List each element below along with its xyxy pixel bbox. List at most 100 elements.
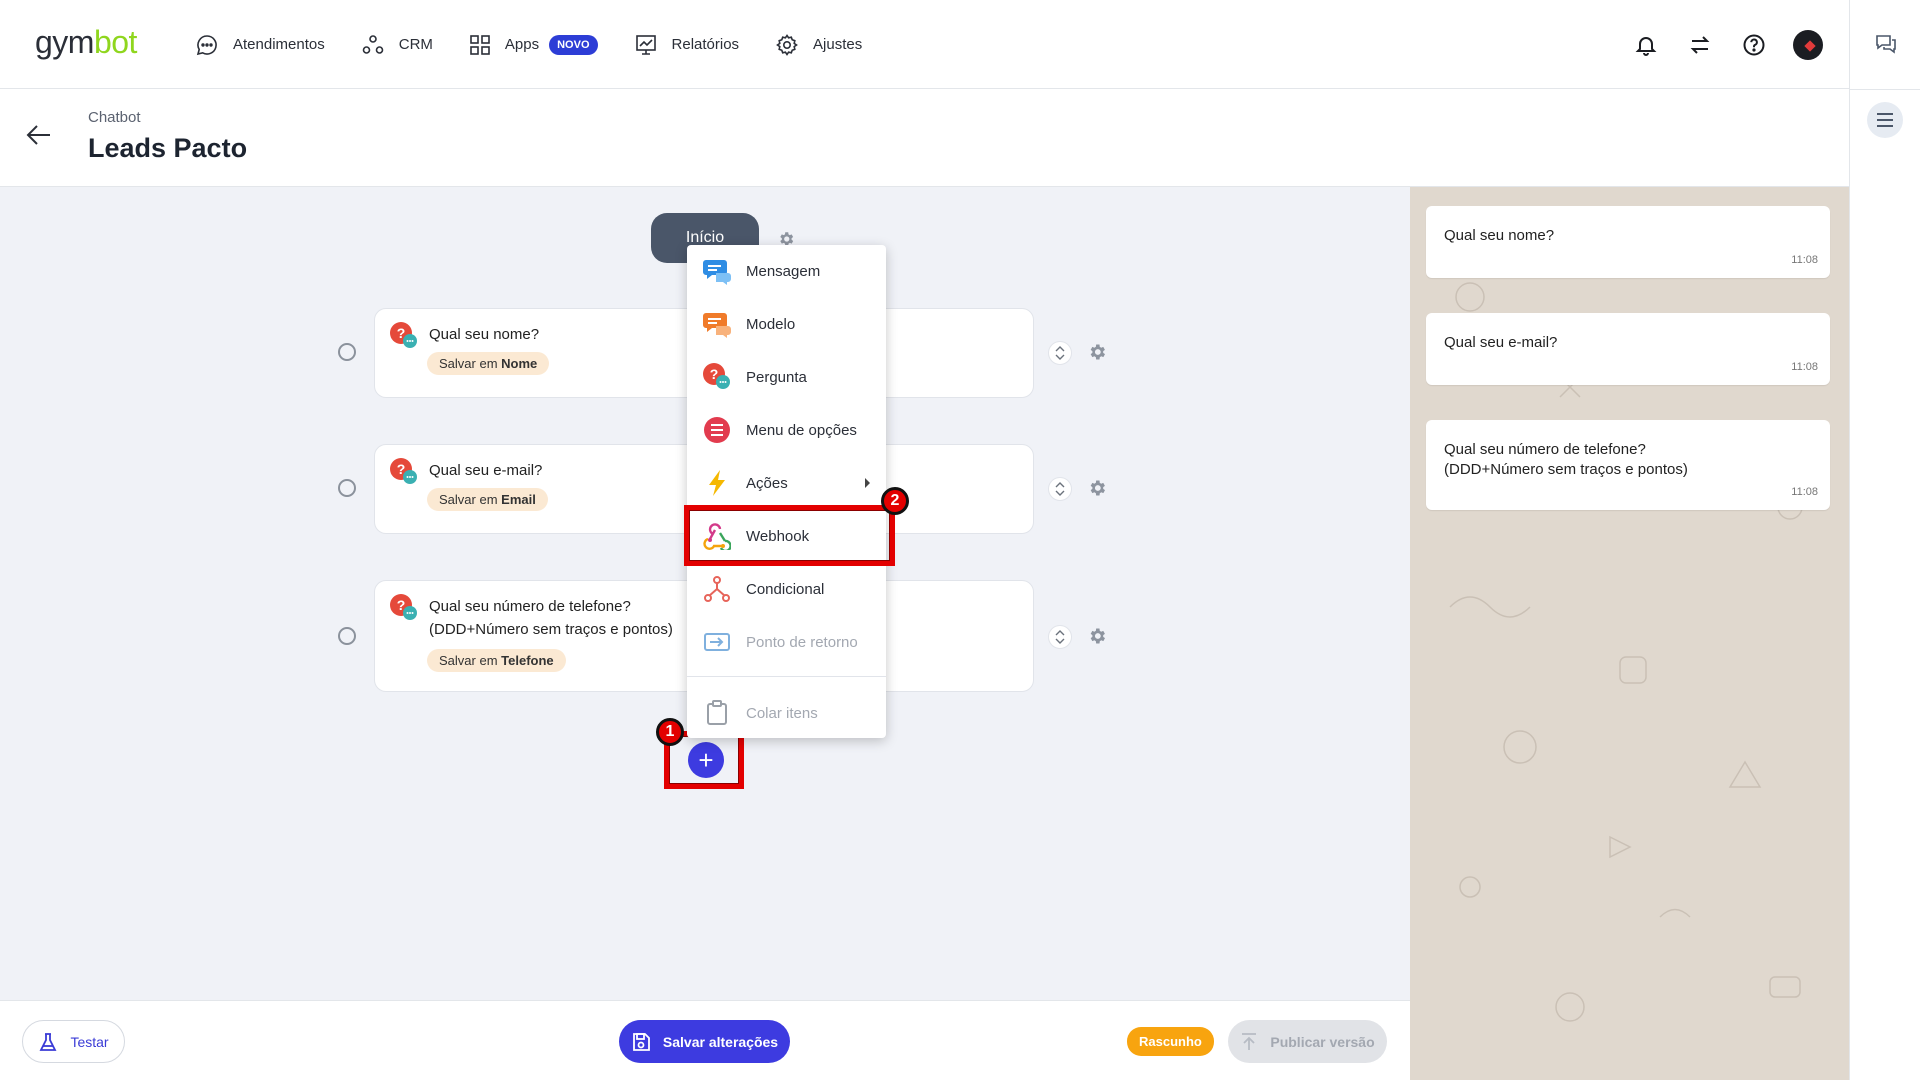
menu-item-label: Modelo [746, 315, 796, 333]
nav-item-crm[interactable]: CRM [361, 33, 433, 57]
gear-icon [776, 33, 798, 56]
nav-item-ajustes[interactable]: Ajustes [775, 33, 862, 57]
reorder-button[interactable] [1048, 625, 1072, 649]
nav-item-relatorios[interactable]: Relatórios [634, 33, 740, 57]
back-button[interactable] [26, 124, 52, 151]
sort-arrows-icon [1055, 482, 1065, 496]
highlight-box-step2 [684, 505, 895, 566]
nav-label: Ajustes [813, 36, 863, 53]
chats-icon [1876, 35, 1896, 54]
switch-button[interactable] [1673, 33, 1727, 57]
template-icon [703, 313, 731, 338]
apps-grid-icon [470, 34, 490, 55]
message-icon [703, 260, 731, 285]
save-field-tag: Salvar em Telefone [427, 649, 566, 672]
swap-arrows-icon [1690, 35, 1710, 54]
message-time: 11:08 [1791, 486, 1818, 498]
lightning-icon [709, 470, 725, 496]
chat-message: Qual seu e-mail? 11:08 [1426, 313, 1830, 385]
arrow-left-icon [26, 125, 50, 145]
return-point-icon [704, 633, 730, 651]
notifications-button[interactable] [1619, 33, 1673, 57]
question-text-line2: (DDD+Número sem traços e pontos) [429, 621, 673, 638]
card-select-radio[interactable] [338, 343, 356, 361]
hamburger-button[interactable] [1867, 102, 1903, 138]
publish-button-label: Publicar versão [1270, 1033, 1375, 1050]
test-button-label: Testar [70, 1033, 109, 1050]
nav-label: Relatórios [671, 36, 740, 53]
chat-message: Qual seu nome? 11:08 [1426, 206, 1830, 278]
publish-version-button[interactable]: Publicar versão [1228, 1020, 1387, 1063]
menu-item-colar-itens[interactable]: Colar itens [687, 691, 886, 735]
bell-icon [1635, 36, 1657, 56]
reorder-button[interactable] [1048, 477, 1072, 501]
menu-item-label: Ponto de retorno [746, 633, 858, 651]
menu-item-menu-de-opcoes[interactable]: Menu de opções [687, 408, 886, 452]
menu-item-label: Colar itens [746, 704, 818, 722]
gymbot-logo[interactable]: gymbot [35, 24, 137, 61]
chat-preview-panel[interactable]: Qual seu nome? 11:08 Qual seu e-mail? 11… [1410, 187, 1849, 1080]
menu-item-acoes[interactable]: Ações [687, 461, 886, 505]
chart-board-icon [635, 34, 656, 55]
branch-icon [704, 576, 730, 602]
nav-item-atendimentos[interactable]: Atendimentos [195, 33, 325, 57]
step-badge-2: 2 [881, 487, 909, 515]
save-field-tag: Salvar em Email [427, 488, 548, 511]
menu-item-label: Menu de opções [746, 421, 857, 439]
main-nav: Atendimentos CRM Apps NOVO Relatórios Aj… [195, 0, 898, 89]
page-header: Chatbot Leads Pacto [0, 89, 1849, 187]
submenu-caret-icon [865, 478, 870, 488]
card-select-radio[interactable] [338, 627, 356, 645]
right-rail [1849, 0, 1920, 1080]
sort-arrows-icon [1055, 630, 1065, 644]
add-step-menu: Mensagem Modelo ? Pergunta Menu de opçõe… [687, 245, 886, 738]
nav-label: Apps [504, 36, 540, 53]
question-text: Qual seu e-mail? [429, 462, 543, 479]
sort-arrows-icon [1055, 346, 1065, 360]
menu-item-label: Mensagem [746, 262, 821, 280]
menu-item-ponto-de-retorno[interactable]: Ponto de retorno [687, 620, 886, 664]
menu-divider [687, 676, 886, 677]
page-title: Leads Pacto [88, 133, 248, 163]
menu-item-mensagem[interactable]: Mensagem [687, 249, 886, 293]
crm-nodes-icon [362, 34, 384, 54]
nav-label: Atendimentos [233, 36, 325, 53]
top-right-actions [1619, 0, 1849, 89]
divider [1850, 89, 1920, 90]
clipboard-icon [707, 700, 727, 725]
question-icon: ? [390, 458, 417, 484]
card-settings-gear-icon[interactable] [1087, 342, 1107, 362]
menu-item-label: Condicional [746, 580, 825, 598]
menu-item-label: Pergunta [746, 368, 807, 386]
new-badge: NOVO [549, 34, 598, 55]
save-changes-button[interactable]: Salvar alterações [619, 1020, 790, 1063]
help-button[interactable] [1727, 33, 1781, 57]
nav-label: CRM [398, 36, 433, 53]
save-button-label: Salvar alterações [662, 1033, 779, 1050]
chat-message: Qual seu número de telefone? (DDD+Número… [1426, 420, 1830, 510]
card-select-radio[interactable] [338, 479, 356, 497]
step-badge-1: 1 [656, 718, 684, 746]
user-menu-button[interactable] [1781, 29, 1835, 60]
menu-item-condicional[interactable]: Condicional [687, 567, 886, 611]
help-circle-icon [1743, 34, 1765, 55]
card-settings-gear-icon[interactable] [1087, 478, 1107, 498]
question-icon: ? [703, 363, 730, 389]
card-settings-gear-icon[interactable] [1087, 626, 1107, 646]
menu-item-modelo[interactable]: Modelo [687, 302, 886, 346]
breadcrumb[interactable]: Chatbot [88, 109, 141, 126]
message-time: 11:08 [1791, 254, 1818, 266]
message-time: 11:08 [1791, 361, 1818, 373]
nav-item-apps[interactable]: Apps NOVO [469, 34, 598, 56]
bottom-action-bar: Testar Salvar alterações Rascunho Public… [0, 1000, 1410, 1080]
chats-button[interactable] [1874, 32, 1898, 61]
hamburger-icon [1877, 113, 1893, 127]
draft-status-badge: Rascunho [1127, 1027, 1214, 1056]
test-button[interactable]: Testar [22, 1020, 125, 1063]
question-text: Qual seu número de telefone? [429, 598, 631, 615]
question-icon: ? [390, 322, 417, 348]
reorder-button[interactable] [1048, 341, 1072, 365]
menu-item-pergunta[interactable]: ? Pergunta [687, 355, 886, 399]
chat-bubble-icon [196, 34, 217, 55]
menu-item-label: Ações [746, 474, 788, 492]
